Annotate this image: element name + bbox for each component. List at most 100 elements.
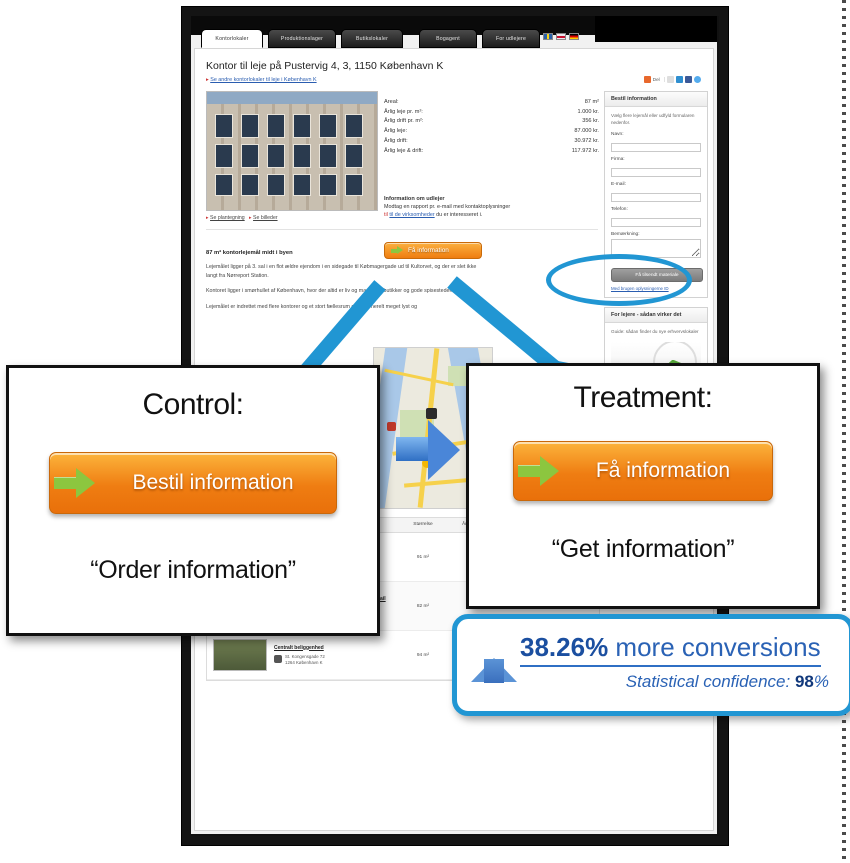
spec-key: Årlig leje pr. m²: [384, 108, 423, 115]
tab-for-udlejere[interactable]: For udlejere [482, 29, 540, 48]
tweet-icon[interactable] [694, 76, 701, 83]
listing-thumbnail [213, 639, 267, 671]
treatment-panel: Treatment: Få information “Get informati… [466, 363, 820, 609]
share-bar[interactable]: Del | [643, 76, 701, 83]
se-flag-icon[interactable] [543, 33, 553, 40]
spec-key: Årlig drift: [384, 138, 408, 145]
description-heading: 87 m² kontorlejemål midt i byen [206, 250, 293, 256]
page-title: Kontor til leje på Pustervig 4, 3, 1150 … [206, 60, 444, 72]
tab-label: Produktionslager [280, 36, 324, 42]
spec-key: Årlig drift pr. m²: [384, 118, 424, 125]
firma-label: Firma: [611, 157, 625, 162]
listing-description: 87 m² kontorlejemål midt i byen Lejemåle… [206, 249, 481, 318]
navn-label: Navn: [611, 132, 624, 137]
treatment-title: Treatment: [573, 381, 713, 414]
tab-label: Butikslokaler [355, 36, 388, 42]
listing-size: 94 m² [416, 652, 430, 658]
guide-card-header: For lejere - sådan virker det [605, 308, 707, 323]
green-arrow-icon [518, 456, 564, 486]
description-paragraph: Lejemålet ligger på 3. sal i en flot æld… [206, 264, 477, 279]
table-row: Areal: 87 m² [384, 97, 599, 107]
listing-size: 91 m² [416, 554, 430, 560]
listing-title[interactable]: Centralt beliggenhed [274, 645, 397, 652]
link-billeder[interactable]: Se billeder [253, 215, 278, 221]
email-label: E-mail: [611, 182, 626, 187]
landlord-info-block: Information om udlejer Modtag en rapport… [384, 196, 511, 218]
share-label: Del [652, 77, 660, 82]
control-button[interactable]: Bestil information [49, 452, 337, 514]
treatment-button[interactable]: Få information [513, 441, 773, 501]
link-plantegning[interactable]: Se plantegning [210, 215, 245, 221]
breadcrumb-link[interactable]: Se andre kontorlokaler til leje i Københ… [210, 77, 316, 83]
confidence-label: Statistical confidence: [625, 672, 795, 691]
telefon-field[interactable] [611, 218, 701, 227]
tab-label: Bogagent [436, 36, 460, 42]
twitter-icon[interactable] [676, 76, 683, 83]
order-card-header: Bestil information [605, 92, 707, 107]
result-callout: 38.26% more conversions Statistical conf… [452, 614, 850, 716]
landlord-info-link[interactable]: til de virksomheder [389, 212, 434, 218]
landlord-info-tail: du er interesseret i. [436, 212, 483, 218]
tab-produktionslager[interactable]: Produktionslager [268, 29, 336, 48]
page-edge-dots [842, 0, 846, 863]
telefon-label: Telefon: [611, 207, 628, 212]
table-row: Årlig leje pr. m²: 1.000 kr. [384, 107, 599, 117]
uk-flag-icon[interactable] [556, 33, 566, 40]
conversion-percent: 38.26% [520, 632, 609, 662]
landlord-info-heading: Information om udlejer [384, 196, 445, 202]
column-size: Størrelse [413, 522, 433, 527]
listing-size: 82 m² [416, 603, 430, 609]
spec-value: 87.000 kr. [574, 128, 599, 135]
spec-key: Årlig leje: [384, 128, 408, 135]
divider [206, 229, 598, 230]
spec-value: 117.972 kr. [571, 147, 599, 154]
description-paragraph: Lejemålet er indrettet med flere kontore… [206, 303, 418, 310]
tab-kontorlokaler[interactable]: Kontorlokaler [201, 29, 263, 48]
order-card-hint: Vælg flere lejemål eller udfyld formular… [611, 113, 695, 125]
confidence-unit: % [813, 672, 829, 691]
landlord-info-text: Modtag en rapport pr. e-mail med kontakt… [384, 204, 511, 210]
pin-icon [274, 654, 282, 663]
control-button-label: Bestil information [132, 471, 294, 494]
control-title: Control: [142, 388, 244, 421]
conversion-suffix: more conversions [608, 632, 821, 662]
table-row: Årlig drift pr. m²: 356 kr. [384, 117, 599, 127]
language-flags[interactable] [543, 33, 579, 40]
table-row: Årlig drift: 30.972 kr. [384, 136, 599, 146]
up-arrow-icon [471, 635, 517, 683]
treatment-button-label: Få information [595, 459, 731, 482]
green-arrow-icon [54, 468, 100, 498]
navn-field[interactable] [611, 143, 701, 152]
confidence-line: Statistical confidence: 98% [626, 672, 829, 692]
de-flag-icon[interactable] [569, 33, 579, 40]
tab-bogagent[interactable]: Bogagent [419, 29, 477, 48]
guide-card-text: Guide: sådan finder du nye erhvervslokal… [611, 329, 699, 334]
mail-icon[interactable] [667, 76, 674, 83]
spec-table: Areal: 87 m² Årlig leje pr. m²: 1.000 kr. … [384, 97, 599, 156]
spec-key: Areal: [384, 98, 399, 105]
bemaerkning-label: Bemærkning: [611, 232, 640, 237]
spec-value: 356 kr. [582, 118, 599, 125]
table-row: Årlig leje: 87.000 kr. [384, 126, 599, 136]
confidence-value: 98 [794, 672, 814, 691]
spec-value: 1.000 kr. [577, 108, 599, 115]
control-panel: Control: Bestil information “Order infor… [6, 365, 380, 636]
breadcrumb[interactable]: ▸ Se andre kontorlokaler til leje i Købe… [206, 77, 317, 83]
photo-links[interactable]: ▸ Se plantegning ▸ Se billeder [206, 215, 278, 221]
building-image [207, 92, 377, 210]
property-photo[interactable] [206, 91, 378, 211]
tab-butikslokaler[interactable]: Butikslokaler [341, 29, 403, 48]
conversion-headline: 38.26% more conversions [520, 632, 821, 667]
facebook-icon[interactable] [685, 76, 692, 83]
control-translation: “Order information” [90, 556, 296, 584]
tab-label: Kontorlokaler [215, 36, 249, 42]
spec-key: Årlig leje & drift: [384, 147, 424, 154]
table-row: Årlig leje & drift: 117.972 kr. [384, 146, 599, 156]
treatment-translation: “Get information” [551, 535, 735, 563]
email-field[interactable] [611, 193, 701, 202]
tab-label: For udlejere [495, 36, 527, 42]
firma-field[interactable] [611, 168, 701, 177]
listing-address: St. Kongensgade 72 1264 København K [274, 654, 397, 666]
share-icon[interactable] [643, 76, 651, 83]
spec-value: 87 m² [584, 98, 599, 105]
